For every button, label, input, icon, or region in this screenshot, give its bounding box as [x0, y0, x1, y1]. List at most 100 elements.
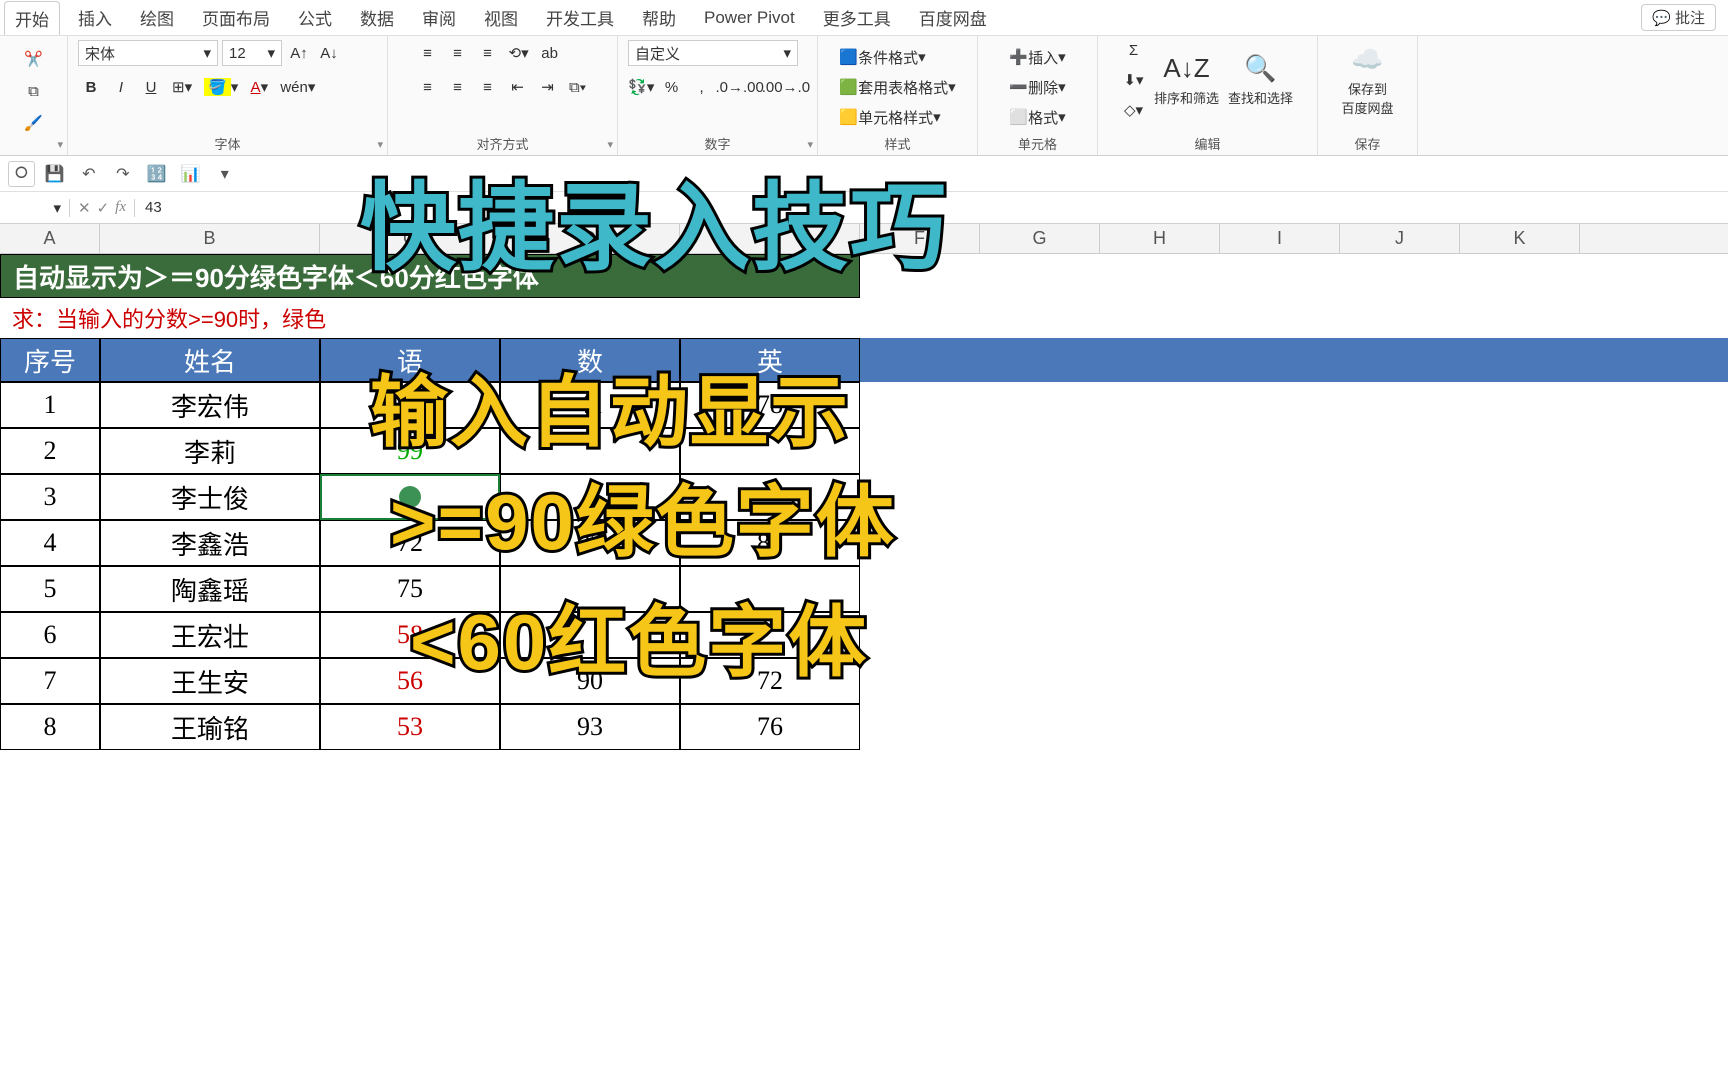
cancel-icon[interactable]: ✕: [78, 199, 91, 217]
border-button[interactable]: ⊞▾: [168, 74, 196, 100]
col-header[interactable]: I: [1220, 224, 1340, 253]
tab-review[interactable]: 审阅: [408, 1, 470, 34]
tab-insert[interactable]: 插入: [64, 1, 126, 34]
tab-page-layout[interactable]: 页面布局: [188, 1, 284, 34]
increase-font-icon[interactable]: A↑: [286, 40, 312, 66]
enter-icon[interactable]: ✓: [97, 199, 110, 217]
cell[interactable]: 王宏壮: [100, 612, 320, 658]
delete-cells-button[interactable]: ➖ 删除 ▾: [1005, 74, 1069, 100]
dialog-launcher-icon[interactable]: ▾: [57, 138, 63, 151]
cell[interactable]: 5: [0, 566, 100, 612]
autosum-button[interactable]: Σ: [1119, 37, 1147, 63]
tab-view[interactable]: 视图: [470, 1, 532, 34]
col-header[interactable]: G: [980, 224, 1100, 253]
undo-icon[interactable]: ↶: [75, 160, 103, 188]
save-to-netdisk-button[interactable]: ☁️保存到 百度网盘: [1333, 40, 1403, 121]
number-format-select[interactable]: 自定义▾: [628, 40, 798, 66]
redo-icon[interactable]: ↷: [109, 160, 137, 188]
name-box[interactable]: ▾: [0, 199, 70, 217]
cell[interactable]: 李鑫浩: [100, 520, 320, 566]
cell[interactable]: 3: [0, 474, 100, 520]
tab-home[interactable]: 开始: [4, 1, 60, 35]
cell[interactable]: 1: [0, 382, 100, 428]
italic-button[interactable]: I: [108, 74, 134, 100]
chevron-down-icon: ▾: [203, 44, 211, 62]
cell[interactable]: 7: [0, 658, 100, 704]
save-icon[interactable]: 💾: [41, 160, 69, 188]
fill-color-button[interactable]: 🪣▾: [200, 74, 242, 100]
font-size-select[interactable]: 12▾: [222, 40, 282, 66]
table-format-button[interactable]: 🟩 套用表格格式 ▾: [835, 74, 959, 100]
cell[interactable]: 53: [320, 704, 500, 750]
orientation-icon[interactable]: ⟲▾: [505, 40, 533, 66]
tab-data[interactable]: 数据: [346, 1, 408, 34]
tab-formulas[interactable]: 公式: [284, 1, 346, 34]
tab-power-pivot[interactable]: Power Pivot: [690, 4, 809, 32]
cell[interactable]: 王瑜铭: [100, 704, 320, 750]
tab-help[interactable]: 帮助: [628, 1, 690, 34]
align-center-icon[interactable]: ≡: [445, 74, 471, 100]
header-name[interactable]: 姓名: [100, 338, 320, 382]
increase-decimal-icon[interactable]: .0→.00: [719, 74, 761, 100]
comments-button[interactable]: 💬 批注: [1641, 4, 1716, 31]
cell[interactable]: 陶鑫瑶: [100, 566, 320, 612]
cell[interactable]: 4: [0, 520, 100, 566]
decrease-font-icon[interactable]: A↓: [316, 40, 342, 66]
phonetic-button[interactable]: wén▾: [276, 74, 319, 100]
header-seq[interactable]: 序号: [0, 338, 100, 382]
qat-dropdown-icon[interactable]: ▾: [211, 160, 239, 188]
tab-more-tools[interactable]: 更多工具: [809, 1, 905, 34]
clear-button[interactable]: ◇▾: [1119, 97, 1147, 123]
col-header[interactable]: A: [0, 224, 100, 253]
autosave-toggle[interactable]: ⭘: [8, 161, 35, 187]
accounting-format-icon[interactable]: 💱▾: [628, 74, 655, 100]
cut-icon[interactable]: ✂️: [20, 46, 47, 72]
cell[interactable]: 93: [500, 704, 680, 750]
font-color-button[interactable]: A▾: [246, 74, 272, 100]
sort-filter-button[interactable]: A↓Z排序和筛选: [1152, 49, 1222, 111]
cell-styles-button[interactable]: 🟨 单元格样式 ▾: [835, 104, 944, 130]
cell[interactable]: 李莉: [100, 428, 320, 474]
qat-icon[interactable]: 🔢: [143, 160, 171, 188]
percent-button[interactable]: %: [659, 74, 685, 100]
merge-button[interactable]: ⧉▾: [565, 74, 591, 100]
requirement-cell[interactable]: 求：当输入的分数>=90时，绿色: [0, 298, 860, 338]
cell[interactable]: 8: [0, 704, 100, 750]
decrease-indent-icon[interactable]: ⇤: [505, 74, 531, 100]
bold-button[interactable]: B: [78, 74, 104, 100]
comma-button[interactable]: ,: [689, 74, 715, 100]
align-left-icon[interactable]: ≡: [415, 74, 441, 100]
tab-developer[interactable]: 开发工具: [532, 1, 628, 34]
tab-draw[interactable]: 绘图: [126, 1, 188, 34]
find-select-button[interactable]: 🔍查找和选择: [1226, 49, 1296, 111]
col-header[interactable]: K: [1460, 224, 1580, 253]
sort-icon: A↓Z: [1163, 53, 1209, 84]
copy-icon[interactable]: ⧉: [21, 78, 47, 104]
col-header[interactable]: B: [100, 224, 320, 253]
conditional-format-button[interactable]: 🟦 条件格式 ▾: [835, 44, 929, 70]
cell[interactable]: 2: [0, 428, 100, 474]
format-painter-icon[interactable]: 🖌️: [20, 110, 47, 136]
align-bottom-icon[interactable]: ≡: [475, 40, 501, 66]
tab-baidu-netdisk[interactable]: 百度网盘: [905, 1, 1001, 34]
cell[interactable]: 李士俊: [100, 474, 320, 520]
fx-button[interactable]: fx: [115, 199, 126, 216]
cell[interactable]: 王生安: [100, 658, 320, 704]
font-name-select[interactable]: 宋体▾: [78, 40, 218, 66]
qat-icon[interactable]: 📊: [177, 160, 205, 188]
col-header[interactable]: J: [1340, 224, 1460, 253]
align-middle-icon[interactable]: ≡: [445, 40, 471, 66]
align-right-icon[interactable]: ≡: [475, 74, 501, 100]
wrap-text-button[interactable]: ab: [537, 40, 563, 66]
decrease-decimal-icon[interactable]: .00→.0: [765, 74, 807, 100]
cell[interactable]: 李宏伟: [100, 382, 320, 428]
fill-button[interactable]: ⬇▾: [1119, 67, 1147, 93]
col-header[interactable]: H: [1100, 224, 1220, 253]
increase-indent-icon[interactable]: ⇥: [535, 74, 561, 100]
insert-cells-button[interactable]: ➕ 插入 ▾: [1005, 44, 1069, 70]
cell[interactable]: 76: [680, 704, 860, 750]
underline-button[interactable]: U: [138, 74, 164, 100]
cell[interactable]: 6: [0, 612, 100, 658]
format-cells-button[interactable]: ⬜ 格式 ▾: [1005, 104, 1069, 130]
align-top-icon[interactable]: ≡: [415, 40, 441, 66]
